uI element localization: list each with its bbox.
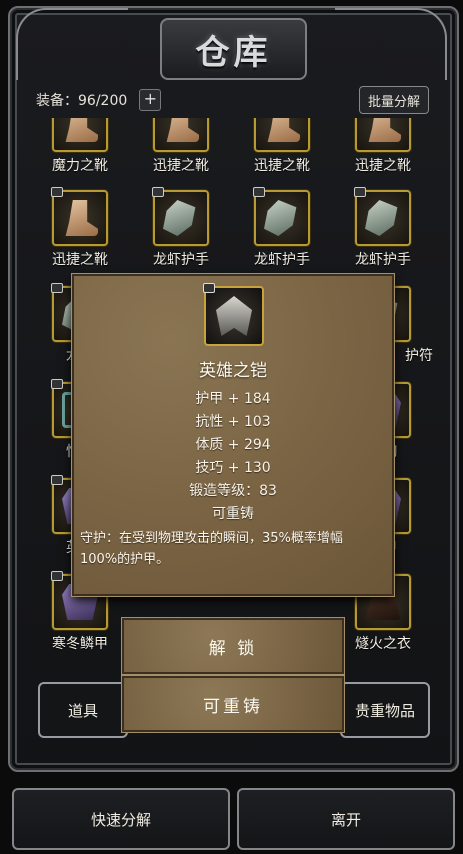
item-name: 迅捷之靴 — [355, 158, 411, 174]
unlock-button[interactable]: 解 锁 — [122, 618, 344, 674]
reforge-button[interactable]: 可重铸 — [122, 676, 344, 732]
tab-valuables[interactable]: 贵重物品 — [340, 682, 430, 738]
inventory-slot[interactable]: 龙虾护手 — [232, 187, 332, 269]
boots-icon — [153, 118, 209, 152]
inventory-header: 装备：96/200 + 批量分解 — [30, 86, 433, 114]
stat-resistance: 抗性 + 103 — [195, 414, 271, 430]
reforgeable-label: 可重铸 — [212, 506, 254, 522]
boots-icon — [355, 118, 411, 152]
item-name: 龙虾护手 — [355, 252, 411, 268]
gauntlet-icon — [152, 187, 209, 246]
item-tooltip: 英雄之铠 护甲 + 184 抗性 + 103 体质 + 294 技巧 + 130… — [72, 274, 394, 596]
item-name: 迅捷之靴 — [52, 252, 108, 268]
boots-icon — [51, 187, 108, 246]
inventory-slot[interactable]: 迅捷之靴 — [333, 118, 433, 175]
item-name: 燧火之衣 — [355, 636, 411, 652]
page-title: 仓库 — [195, 32, 272, 73]
inventory-slot[interactable]: 龙虾护手 — [131, 187, 231, 269]
gauntlet-icon — [253, 187, 310, 246]
leave-button[interactable]: 离开 — [237, 788, 455, 850]
item-description: 守护：在受到物理攻击的瞬间，35%概率增幅100%的护甲。 — [80, 531, 343, 567]
title-plate: 仓库 — [160, 18, 307, 80]
helmet-icon — [203, 283, 264, 346]
stat-armor: 护甲 + 184 — [195, 391, 271, 407]
item-name: 龙虾护手 — [153, 252, 209, 268]
batch-decompose-button[interactable]: 批量分解 — [359, 86, 429, 114]
inventory-slot[interactable]: 迅捷之靴 — [30, 187, 130, 269]
expand-capacity-button[interactable]: + — [139, 89, 162, 111]
stat-skill: 技巧 + 130 — [195, 460, 271, 476]
stat-constitution: 体质 + 294 — [195, 437, 271, 453]
tab-items[interactable]: 道具 — [38, 682, 128, 738]
boots-icon — [52, 118, 108, 152]
item-name: 迅捷之靴 — [153, 158, 209, 174]
inventory-slot[interactable]: 迅捷之靴 — [232, 118, 332, 175]
item-name: 寒冬鳞甲 — [52, 636, 108, 652]
inventory-slot[interactable]: 魔力之靴 — [30, 118, 130, 175]
frame-ornament-right — [335, 8, 447, 80]
frame-ornament-left — [16, 8, 128, 80]
forge-level: 锻造等级：83 — [189, 483, 277, 499]
inventory-slot[interactable]: 迅捷之靴 — [131, 118, 231, 175]
inventory-slot[interactable]: 龙虾护手 — [333, 187, 433, 269]
item-name: 龙虾护手 — [254, 252, 310, 268]
item-title: 英雄之铠 — [199, 361, 267, 381]
equipment-count: 装备：96/200 — [36, 93, 128, 109]
quick-decompose-button[interactable]: 快速分解 — [12, 788, 230, 850]
gauntlet-icon — [354, 187, 411, 246]
boots-icon — [254, 118, 310, 152]
item-name: 迅捷之靴 — [254, 158, 310, 174]
item-name: 魔力之靴 — [52, 158, 108, 174]
